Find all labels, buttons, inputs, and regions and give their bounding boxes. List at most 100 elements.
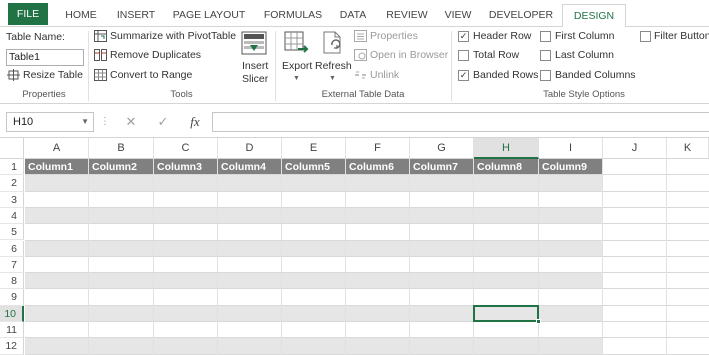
row-header-8[interactable]: 8	[0, 273, 24, 290]
row-header-1[interactable]: 1	[0, 159, 24, 176]
export-button[interactable]: Export	[282, 59, 312, 73]
column-header-h[interactable]: H	[474, 138, 539, 159]
select-all-corner[interactable]	[0, 138, 24, 159]
first-column-label[interactable]: First Column	[555, 29, 615, 43]
table-row[interactable]	[25, 322, 603, 339]
row-header-4[interactable]: 4	[0, 207, 24, 225]
row-header-2[interactable]: 2	[0, 175, 24, 192]
banded-columns-label[interactable]: Banded Columns	[555, 68, 636, 82]
unlink-icon	[355, 71, 366, 79]
total-row-checkbox[interactable]	[458, 50, 469, 61]
table-row[interactable]	[25, 207, 603, 225]
filter-button-label[interactable]: Filter Button	[654, 29, 709, 43]
table-header-cell[interactable]: Column5	[282, 159, 346, 175]
column-gridline	[217, 159, 218, 355]
table-row[interactable]	[25, 191, 603, 208]
resize-table-button[interactable]: Resize Table	[23, 68, 83, 82]
banded-columns-checkbox[interactable]	[540, 70, 551, 81]
refresh-button[interactable]: Refresh	[315, 59, 352, 73]
last-column-label[interactable]: Last Column	[555, 48, 614, 62]
table-header-row[interactable]: Column1 Column2 Column3 Column4 Column5 Colum…	[25, 159, 603, 176]
tab-file[interactable]: FILE	[8, 3, 48, 25]
insert-slicer-label-2[interactable]: Slicer	[242, 72, 268, 86]
column-header-a[interactable]: A	[25, 138, 89, 159]
header-row-checkbox[interactable]: ✓	[458, 31, 469, 42]
filter-button-checkbox[interactable]	[640, 31, 651, 42]
column-header-d[interactable]: D	[218, 138, 282, 159]
group-label-style-options: Table Style Options	[543, 89, 625, 100]
name-box[interactable]: H10 ▼	[6, 112, 94, 132]
formula-bar: H10 ▼ ⋮ ✕ ✓ fx	[0, 104, 709, 138]
remove-duplicates-button[interactable]: Remove Duplicates	[110, 48, 201, 62]
tab-view[interactable]: VIEW	[440, 4, 476, 26]
worksheet-grid[interactable]: A B C D E F G H I J K 1 Column1 Column2 Column3 Column4…	[0, 138, 709, 355]
first-column-checkbox[interactable]	[540, 31, 551, 42]
table-header-cell[interactable]: Column3	[154, 159, 218, 175]
unlink-button[interactable]: Unlink	[370, 68, 399, 82]
banded-rows-checkbox[interactable]: ✓	[458, 70, 469, 81]
row-header-9[interactable]: 9	[0, 289, 24, 306]
table-row[interactable]	[25, 338, 603, 355]
table-name-input[interactable]: Table1	[6, 49, 84, 66]
row-header-6[interactable]: 6	[0, 240, 24, 257]
enter-icon[interactable]: ✓	[154, 112, 172, 132]
column-header-c[interactable]: C	[154, 138, 218, 159]
row-header-5[interactable]: 5	[0, 224, 24, 241]
table-header-cell[interactable]: Column1	[25, 159, 89, 175]
convert-to-range-button[interactable]: Convert to Range	[110, 68, 192, 82]
insert-slicer-label-1[interactable]: Insert	[242, 59, 268, 73]
table-row[interactable]	[25, 175, 603, 192]
column-gridline	[281, 159, 282, 355]
fill-handle[interactable]	[536, 319, 541, 324]
properties-button[interactable]: Properties	[370, 29, 418, 43]
insert-function-button[interactable]: fx	[186, 112, 204, 132]
table-header-cell[interactable]: Column4	[218, 159, 282, 175]
formula-input[interactable]	[212, 112, 709, 132]
tab-home[interactable]: HOME	[58, 4, 104, 26]
column-header-k[interactable]: K	[667, 138, 709, 159]
column-header-i[interactable]: I	[539, 138, 603, 159]
table-row[interactable]	[25, 256, 603, 274]
table-row[interactable]	[25, 224, 603, 241]
column-header-b[interactable]: B	[89, 138, 154, 159]
table-header-cell[interactable]: Column2	[89, 159, 154, 175]
column-header-e[interactable]: E	[282, 138, 346, 159]
tab-review[interactable]: REVIEW	[382, 4, 432, 26]
convert-to-range-icon	[94, 69, 107, 81]
table-header-cell[interactable]: Column8	[474, 159, 539, 175]
tab-design[interactable]: DESIGN	[562, 4, 626, 28]
active-cell[interactable]	[473, 304, 539, 322]
row-header-7[interactable]: 7	[0, 256, 24, 274]
column-header-g[interactable]: G	[410, 138, 474, 159]
tab-developer[interactable]: DEVELOPER	[486, 4, 556, 26]
tab-page-layout[interactable]: PAGE LAYOUT	[168, 4, 250, 26]
column-header-f[interactable]: F	[346, 138, 410, 159]
export-dropdown-arrow[interactable]: ▼	[293, 72, 300, 86]
table-row[interactable]	[25, 289, 603, 306]
header-row-label[interactable]: Header Row	[473, 29, 531, 43]
table-header-cell[interactable]: Column9	[539, 159, 603, 175]
pivottable-icon	[94, 30, 107, 42]
summarize-pivottable-button[interactable]: Summarize with PivotTable	[110, 29, 236, 43]
chevron-down-icon[interactable]: ▼	[81, 113, 89, 131]
last-column-checkbox[interactable]	[540, 50, 551, 61]
row-header-11[interactable]: 11	[0, 322, 24, 339]
tab-insert[interactable]: INSERT	[112, 4, 160, 26]
cancel-icon[interactable]: ✕	[122, 112, 140, 132]
table-row[interactable]	[25, 273, 603, 290]
table-header-cell[interactable]: Column6	[346, 159, 410, 175]
row-header-3[interactable]: 3	[0, 191, 24, 208]
total-row-label[interactable]: Total Row	[473, 48, 519, 62]
row-header-10[interactable]: 10	[0, 305, 24, 322]
refresh-dropdown-arrow[interactable]: ▼	[329, 72, 336, 86]
open-in-browser-button[interactable]: Open in Browser	[370, 48, 448, 62]
export-icon	[284, 31, 309, 53]
tab-formulas[interactable]: FORMULAS	[258, 4, 328, 26]
open-in-browser-icon	[354, 49, 367, 61]
table-row[interactable]	[25, 240, 603, 257]
banded-rows-label[interactable]: Banded Rows	[473, 68, 538, 82]
tab-data[interactable]: DATA	[334, 4, 372, 26]
table-header-cell[interactable]: Column7	[410, 159, 474, 175]
column-header-j[interactable]: J	[603, 138, 667, 159]
row-header-12[interactable]: 12	[0, 338, 24, 355]
